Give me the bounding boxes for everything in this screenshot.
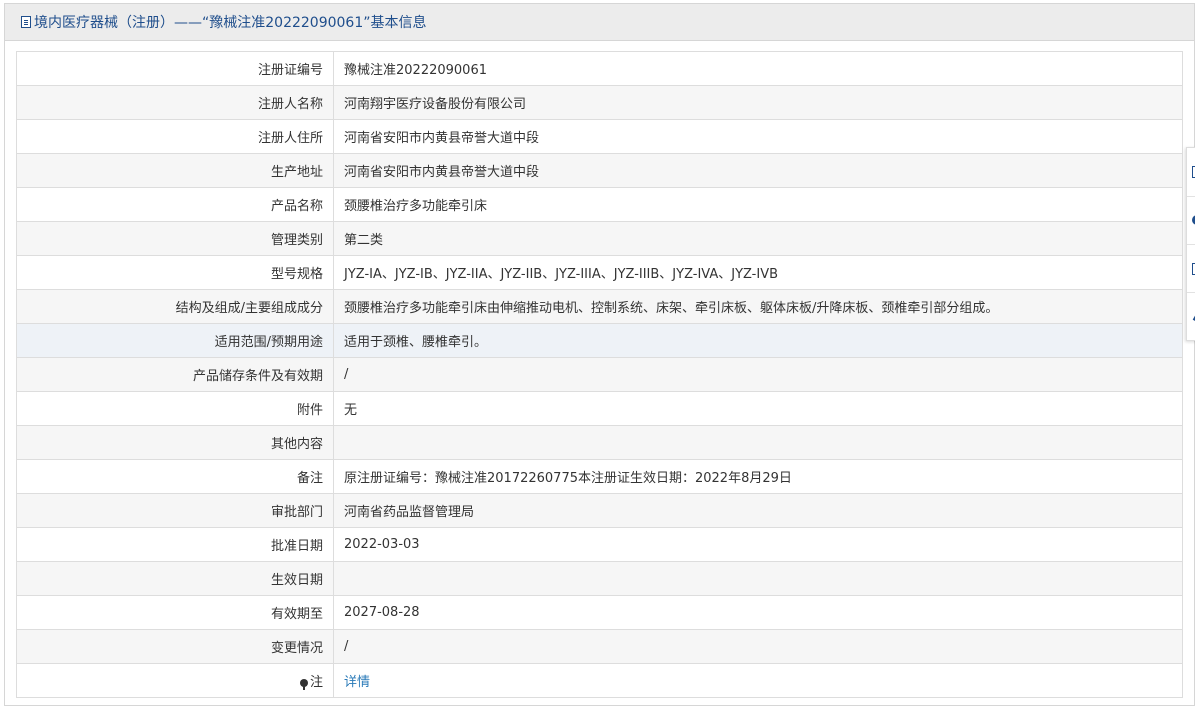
field-label: 备注 <box>16 459 334 494</box>
table-row: 审批部门 河南省药品监督管理局 <box>16 493 1183 528</box>
table-row: 适用范围/预期用途 适用于颈椎、腰椎牵引。 <box>16 323 1183 358</box>
field-label: 产品储存条件及有效期 <box>16 357 334 392</box>
field-label: 适用范围/预期用途 <box>16 323 334 358</box>
field-label: 生产地址 <box>16 153 334 188</box>
toolbar-document-button[interactable] <box>1187 148 1195 196</box>
field-value <box>333 425 1183 460</box>
field-value: 原注册证编号：豫械注准20172260775本注册证生效日期：2022年8月29… <box>333 459 1183 494</box>
field-value: 豫械注准20222090061 <box>333 51 1183 86</box>
field-value: 无 <box>333 391 1183 426</box>
field-label: 产品名称 <box>16 187 334 222</box>
field-value: 颈腰椎治疗多功能牵引床由伸缩推动电机、控制系统、床架、牵引床板、躯体床板/升降床… <box>333 289 1183 324</box>
table-row: 型号规格 JYZ-IA、JYZ-IB、JYZ-IIA、JYZ-IIB、JYZ-II… <box>16 255 1183 290</box>
field-value: 适用于颈椎、腰椎牵引。 <box>333 323 1183 358</box>
field-label: 注册证编号 <box>16 51 334 86</box>
field-value <box>333 561 1183 596</box>
field-value: JYZ-IA、JYZ-IB、JYZ-IIA、JYZ-IIB、JYZ-IIIA、J… <box>333 255 1183 290</box>
table-row: 生产地址 河南省安阳市内黄县帝誉大道中段 <box>16 153 1183 188</box>
table-row-note: 注 详情 <box>16 663 1183 698</box>
document-icon <box>21 16 31 28</box>
field-value: 第二类 <box>333 221 1183 256</box>
field-label: 结构及组成/主要组成成分 <box>16 289 334 324</box>
field-value: 2022-03-03 <box>333 527 1183 562</box>
table-row: 附件无 <box>16 391 1183 426</box>
table-row: 注册人名称 河南翔宇医疗设备股份有限公司 <box>16 85 1183 120</box>
table-row: 批准日期 2022-03-03 <box>16 527 1183 562</box>
toolbar-circle-button[interactable] <box>1187 196 1195 245</box>
toolbar-pen-button[interactable] <box>1187 292 1195 341</box>
field-value: 河南省安阳市内黄县帝誉大道中段 <box>333 153 1183 188</box>
table-row: 生效日期 <box>16 561 1183 596</box>
field-label: 生效日期 <box>16 561 334 596</box>
field-label: 审批部门 <box>16 493 334 528</box>
panel-header: 境内医疗器械（注册）——“豫械注准20222090061”基本信息 <box>5 4 1194 41</box>
page-title: 境内医疗器械（注册）——“豫械注准20222090061”基本信息 <box>34 15 427 31</box>
side-toolbar <box>1186 147 1195 341</box>
field-value: 颈腰椎治疗多功能牵引床 <box>333 187 1183 222</box>
field-label: 注册人名称 <box>16 85 334 120</box>
info-table: 注册证编号 豫械注准20222090061 注册人名称 河南翔宇医疗设备股份有限公司注… <box>16 51 1183 698</box>
table-row: 管理类别 第二类 <box>16 221 1183 256</box>
field-value: 河南省安阳市内黄县帝誉大道中段 <box>333 119 1183 154</box>
field-label: 变更情况 <box>16 629 334 664</box>
field-label: 注 <box>16 663 334 698</box>
field-value: 2027-08-28 <box>333 595 1183 630</box>
field-label: 其他内容 <box>16 425 334 460</box>
field-label: 附件 <box>16 391 334 426</box>
field-value: / <box>333 629 1183 664</box>
table-row: 产品储存条件及有效期 / <box>16 357 1183 392</box>
field-value: / <box>333 357 1183 392</box>
table-row: 有效期至 2027-08-28 <box>16 595 1183 630</box>
toolbar-share-button[interactable] <box>1187 244 1195 293</box>
field-value: 详情 <box>333 663 1183 698</box>
table-row: 产品名称 颈腰椎治疗多功能牵引床 <box>16 187 1183 222</box>
table-row: 变更情况 / <box>16 629 1183 664</box>
field-label: 有效期至 <box>16 595 334 630</box>
field-label: 注册人住所 <box>16 119 334 154</box>
table-row: 其他内容 <box>16 425 1183 460</box>
field-label: 管理类别 <box>16 221 334 256</box>
detail-link[interactable]: 详情 <box>344 675 370 690</box>
table-row: 注册人住所 河南省安阳市内黄县帝誉大道中段 <box>16 119 1183 154</box>
note-label: 注 <box>309 675 323 690</box>
field-value: 河南翔宇医疗设备股份有限公司 <box>333 85 1183 120</box>
field-label: 批准日期 <box>16 527 334 562</box>
field-value: 河南省药品监督管理局 <box>333 493 1183 528</box>
table-row: 结构及组成/主要组成成分 颈腰椎治疗多功能牵引床由伸缩推动电机、控制系统、床架、牵… <box>16 289 1183 324</box>
table-row: 注册证编号 豫械注准20222090061 <box>16 51 1183 86</box>
field-label: 型号规格 <box>16 255 334 290</box>
lightbulb-icon <box>299 679 308 690</box>
table-row: 备注 原注册证编号：豫械注准20172260775本注册证生效日期：2022年8月… <box>16 459 1183 494</box>
